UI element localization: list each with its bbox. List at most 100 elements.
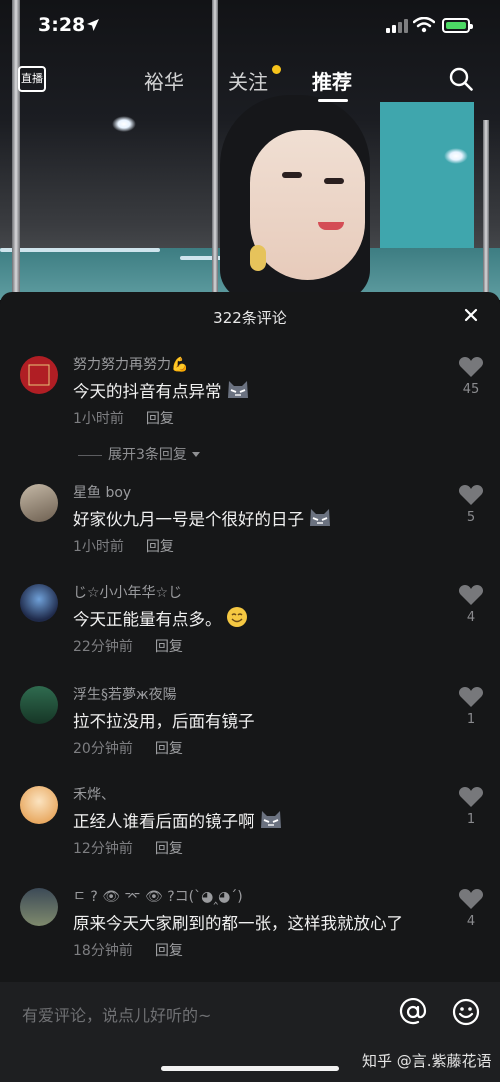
comment-meta: 22分钟前 回复 (73, 636, 183, 656)
expand-replies-button[interactable]: 展开3条回复 (78, 444, 201, 464)
avatar[interactable] (20, 584, 58, 622)
wifi-icon (413, 17, 435, 33)
comment-item[interactable]: 浮生§若夢ж夜陽 拉不拉没用，后面有镜子 20分钟前 回复 1 (0, 684, 500, 784)
comment-time: 20分钟前 (73, 741, 133, 757)
comment-count: 322条评论 (213, 309, 287, 327)
avatar[interactable] (20, 356, 58, 394)
comment-author[interactable]: 努力努力再努力💪 (73, 354, 188, 374)
reply-button[interactable]: 回复 (146, 411, 174, 427)
comment-meta: 20分钟前 回复 (73, 738, 183, 758)
battery-icon (442, 18, 473, 33)
like-button[interactable]: 4 (456, 584, 486, 625)
chevron-down-icon (192, 452, 201, 457)
like-count: 4 (466, 610, 476, 625)
watermark: 知乎 @言.紫藤花语 (362, 1052, 492, 1070)
comment-author[interactable]: じ☆小小年华☆じ (73, 582, 182, 602)
tab-following[interactable]: 关注 (228, 66, 268, 95)
comment-text: 拉不拉没用，后面有镜子 (73, 712, 255, 731)
earring (250, 245, 266, 271)
comment-time: 1小时前 (73, 411, 124, 427)
heart-icon[interactable] (458, 356, 484, 378)
comment-text: 原来今天大家刷到的都一张，这样我就放心了 (73, 914, 403, 933)
like-count: 5 (466, 510, 476, 525)
location-arrow-icon (87, 19, 99, 31)
tab-yuhua[interactable]: 裕华 (144, 66, 184, 95)
heart-icon[interactable] (458, 888, 484, 910)
person-face (250, 130, 365, 280)
like-button[interactable]: 5 (456, 484, 486, 525)
comment-item[interactable]: じ☆小小年华☆じ 今天正能量有点多。 22分钟前 回复 4 (0, 582, 500, 682)
status-bar: 3:28 (0, 0, 500, 52)
eye (324, 178, 344, 184)
cat-emoji-icon (227, 381, 248, 398)
tab-recommended[interactable]: 推荐 (312, 66, 352, 95)
heart-icon[interactable] (458, 786, 484, 808)
comment-author[interactable]: 星鱼 boy (73, 482, 131, 502)
comment-text: 今天正能量有点多。 (73, 606, 248, 630)
comment-time: 22分钟前 (73, 639, 133, 655)
comment-input-bar: 有爱评论，说点儿好听的~ 知乎 @言.紫藤花语 (0, 982, 500, 1082)
comment-text: 正经人谁看后面的镜子啊 (73, 808, 283, 832)
comment-input[interactable]: 有爱评论，说点儿好听的~ (22, 1002, 211, 1026)
background-teal-wall (380, 102, 474, 252)
comment-meta: 12分钟前 回复 (73, 838, 183, 858)
comment-meta: 1小时前 回复 (73, 408, 174, 428)
comment-item[interactable]: 禾烨、 正经人谁看后面的镜子啊 12分钟前 回复 1 (0, 784, 500, 884)
reply-button[interactable]: 回复 (155, 639, 183, 655)
top-navigation: 直播 裕华 关注 推荐 (0, 58, 500, 104)
comment-item[interactable]: 努力努力再努力💪 今天的抖音有点异常 1小时前 回复 45 (0, 354, 500, 454)
comment-text: 今天的抖音有点异常 (73, 378, 250, 402)
heart-icon[interactable] (458, 484, 484, 506)
eye (282, 172, 302, 178)
reply-button[interactable]: 回复 (155, 741, 183, 757)
comment-time: 12分钟前 (73, 841, 133, 857)
avatar[interactable] (20, 786, 58, 824)
pole (483, 120, 489, 300)
comment-item[interactable]: 星鱼 boy 好家伙九月一号是个很好的日子 1小时前 回复 5 (0, 482, 500, 582)
avatar[interactable] (20, 888, 58, 926)
active-tab-indicator (318, 99, 348, 102)
like-count: 45 (462, 382, 480, 397)
cellular-signal-icon (386, 19, 408, 33)
new-content-dot (272, 65, 281, 74)
comment-author[interactable]: 禾烨、 (73, 784, 115, 804)
emoji-picker-icon[interactable] (452, 998, 480, 1026)
comments-panel: 322条评论 努力努力再努力💪 今天的抖音有点异常 1小时前 回复 45 展开3条… (0, 292, 500, 1082)
strip-light (0, 248, 160, 252)
like-button[interactable]: 45 (456, 356, 486, 397)
status-time: 3:28 (38, 14, 86, 36)
comment-text: 好家伙九月一号是个很好的日子 (73, 506, 332, 530)
lips (318, 222, 344, 230)
comment-author[interactable]: ㄷ ? 👁 ⌤ 👁 ?コ(`◕‸◕´) (73, 886, 243, 906)
comment-meta: 1小时前 回复 (73, 536, 174, 556)
at-mention-icon[interactable] (399, 998, 427, 1026)
home-indicator (161, 1066, 339, 1071)
search-icon[interactable] (449, 67, 473, 91)
live-tv-icon[interactable]: 直播 (18, 66, 46, 92)
heart-icon[interactable] (458, 686, 484, 708)
comment-meta: 18分钟前 回复 (73, 940, 183, 960)
avatar[interactable] (20, 484, 58, 522)
like-count: 4 (466, 914, 476, 929)
cat-emoji-icon (310, 509, 330, 526)
expand-replies-label: 展开3条回复 (108, 447, 187, 463)
ceiling-lamp (444, 148, 468, 164)
cat-emoji-icon (260, 811, 281, 828)
close-icon[interactable] (458, 302, 484, 328)
comments-header: 322条评论 (0, 292, 500, 340)
ceiling-lamp (112, 116, 136, 132)
like-count: 1 (466, 812, 476, 827)
comment-item[interactable]: ㄷ ? 👁 ⌤ 👁 ?コ(`◕‸◕´) 原来今天大家刷到的都一张，这样我就放心了… (0, 886, 500, 986)
like-button[interactable]: 1 (456, 686, 486, 727)
like-button[interactable]: 4 (456, 888, 486, 929)
avatar[interactable] (20, 686, 58, 724)
reply-button[interactable]: 回复 (146, 539, 174, 555)
comment-author[interactable]: 浮生§若夢ж夜陽 (73, 684, 177, 704)
reply-button[interactable]: 回复 (155, 943, 183, 959)
like-button[interactable]: 1 (456, 786, 486, 827)
comment-time: 18分钟前 (73, 943, 133, 959)
smile-emoji-icon (226, 607, 247, 627)
comment-time: 1小时前 (73, 539, 124, 555)
heart-icon[interactable] (458, 584, 484, 606)
reply-button[interactable]: 回复 (155, 841, 183, 857)
